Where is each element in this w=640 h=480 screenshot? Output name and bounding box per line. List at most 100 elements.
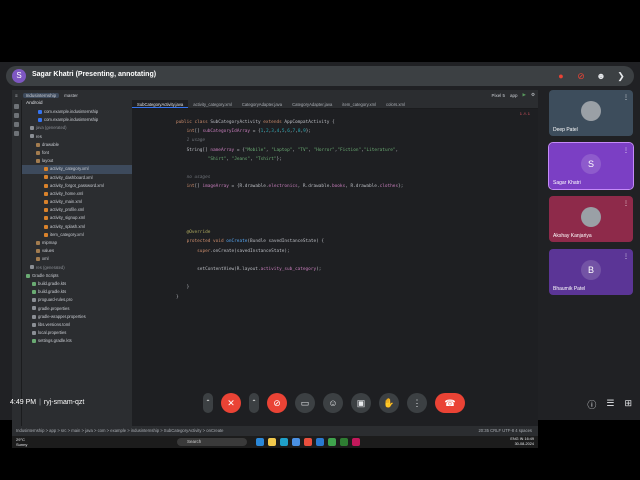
tree-item-label: mipmap: [42, 240, 57, 245]
tree-item[interactable]: Gradle Scripts: [22, 272, 132, 280]
debug-icon[interactable]: ⚙: [531, 92, 535, 98]
tree-item-label: activity_home.xml: [50, 190, 84, 196]
run-icon[interactable]: ▶: [522, 92, 525, 98]
tree-item[interactable]: java (generated): [22, 124, 132, 132]
raise-hand-button[interactable]: ✋: [379, 393, 399, 413]
participant-tile[interactable]: B Bhaumik Patel ⋮: [549, 249, 633, 295]
tree-item[interactable]: com.example.indusinternship: [22, 116, 132, 124]
commit-icon[interactable]: [14, 113, 19, 118]
tree-item[interactable]: activity_forgot_password.xml: [22, 182, 132, 190]
tree-item[interactable]: font: [22, 149, 132, 157]
file-icon: [44, 175, 48, 180]
tile-more-icon[interactable]: ⋮: [623, 200, 629, 207]
tree-item[interactable]: activity_dashboard.xml: [22, 174, 132, 182]
windows-start-icon[interactable]: [256, 438, 264, 446]
tree-item[interactable]: local.properties: [22, 329, 132, 337]
tree-item[interactable]: proguard-rules.pro: [22, 296, 132, 304]
editor-tab[interactable]: CategoryAdapter.java: [287, 100, 337, 108]
camera-off-button[interactable]: ⊘: [267, 393, 287, 413]
tree-item-label: libs.versions.toml: [38, 321, 71, 327]
tile-more-icon[interactable]: ⋮: [623, 253, 629, 260]
system-tray[interactable]: ENG IN 16:49 30-08-2024: [510, 437, 534, 447]
vscode-icon[interactable]: [316, 438, 324, 446]
tree-item[interactable]: drawable: [22, 141, 132, 149]
code-editor[interactable]: SubCategoryActivity.java activity_categor…: [132, 100, 538, 426]
people-icon[interactable]: ☻: [594, 69, 608, 83]
app-icon[interactable]: [352, 438, 360, 446]
chat-icon[interactable]: ☰: [606, 398, 614, 411]
chevron-icon[interactable]: ❯: [614, 69, 628, 83]
run-config[interactable]: app: [510, 93, 518, 98]
editor-tab[interactable]: activity_category.xml: [188, 100, 237, 108]
tree-item[interactable]: item_category.xml: [22, 231, 132, 239]
tree-item[interactable]: values: [22, 247, 132, 255]
weather-widget[interactable]: 29°C Sunny: [16, 437, 27, 447]
emoji-button[interactable]: ☺: [323, 393, 343, 413]
tree-item[interactable]: layout: [22, 157, 132, 165]
editor-tab[interactable]: item_category.xml: [337, 100, 381, 108]
device-selector[interactable]: Pixel 5: [491, 93, 505, 98]
file-icon: [32, 330, 36, 335]
tree-item[interactable]: xml: [22, 255, 132, 263]
editor-tab[interactable]: colors.xml: [381, 100, 410, 108]
tree-header[interactable]: Android: [22, 100, 132, 108]
tree-item[interactable]: build.gradle.kts: [22, 288, 132, 296]
explorer-icon[interactable]: [268, 438, 276, 446]
camera-off-icon[interactable]: ⊘: [574, 69, 588, 83]
tree-item-label: activity_profile.xml: [50, 207, 85, 213]
mic-options-button[interactable]: ⌃: [203, 393, 213, 413]
breadcrumb-path[interactable]: Indusinternship > app > src > main > jav…: [16, 428, 224, 433]
more-options-button[interactable]: ⋮: [407, 393, 427, 413]
studio-icon[interactable]: [340, 438, 348, 446]
stop-record-icon[interactable]: ●: [554, 69, 568, 83]
tree-item[interactable]: settings.gradle.kts: [22, 337, 132, 345]
tree-item[interactable]: build.gradle.kts: [22, 280, 132, 288]
tree-item-label: build.gradle.kts: [38, 289, 67, 295]
structure-icon[interactable]: [14, 122, 19, 127]
tree-item[interactable]: activity_signup.xml: [22, 214, 132, 222]
tree-item[interactable]: activity_profile.xml: [22, 206, 132, 214]
more-tools-icon[interactable]: [14, 131, 19, 136]
chrome-icon[interactable]: [328, 438, 336, 446]
mic-off-button[interactable]: ✕: [221, 393, 241, 413]
participant-avatar: S: [581, 154, 601, 174]
leave-call-button[interactable]: ☎: [435, 393, 465, 413]
hamburger-icon[interactable]: ≡: [15, 93, 18, 98]
tree-item[interactable]: mipmap: [22, 239, 132, 247]
presenter-label: Sagar Khatri (Presenting, annotating): [32, 71, 157, 78]
office-icon[interactable]: [304, 438, 312, 446]
camera-options-button[interactable]: ⌃: [249, 393, 259, 413]
captions-button[interactable]: ▭: [295, 393, 315, 413]
present-button[interactable]: ▣: [351, 393, 371, 413]
tree-item[interactable]: activity_splash.xml: [22, 223, 132, 231]
tree-item[interactable]: res: [22, 133, 132, 141]
info-icon[interactable]: ⓘ: [587, 398, 596, 411]
participant-tile[interactable]: Deep Patel ⋮: [549, 90, 633, 136]
tree-item-label: activity_dashboard.xml: [50, 174, 93, 180]
file-icon: [36, 240, 40, 245]
folder-icon[interactable]: [14, 104, 19, 109]
tree-item[interactable]: activity_home.xml: [22, 190, 132, 198]
tree-item[interactable]: res (generated): [22, 264, 132, 272]
tree-item[interactable]: libs.versions.toml: [22, 321, 132, 329]
participant-tile[interactable]: S Sagar Khatri ⋮: [548, 142, 634, 190]
store-icon[interactable]: [292, 438, 300, 446]
taskbar-search[interactable]: Search: [177, 438, 247, 446]
project-selector[interactable]: Indusinternship: [22, 92, 60, 98]
tree-item[interactable]: gradle-wrapper.properties: [22, 313, 132, 321]
editor-tab[interactable]: SubCategoryActivity.java: [132, 100, 189, 108]
tile-more-icon[interactable]: ⋮: [623, 147, 629, 154]
tree-item[interactable]: activity_category.xml: [22, 165, 132, 174]
inspection-badge[interactable]: 1 ⚠ 1: [520, 111, 530, 116]
tree-item-label: font: [42, 149, 49, 155]
participant-tile[interactable]: Akshay Kanjariya ⋮: [549, 196, 633, 242]
tile-more-icon[interactable]: ⋮: [623, 94, 629, 101]
edge-icon[interactable]: [280, 438, 288, 446]
tree-item[interactable]: com.example.indusinternship: [22, 108, 132, 116]
tree-item[interactable]: gradle.properties: [22, 305, 132, 313]
status-info[interactable]: 20:35 CRLF UTF-8 4 spaces: [478, 426, 532, 436]
editor-tab[interactable]: CategoryAdapter.java: [237, 100, 287, 108]
branch-selector[interactable]: master: [64, 93, 78, 98]
tree-item[interactable]: activity_main.xml: [22, 198, 132, 206]
activities-icon[interactable]: ⊞: [624, 398, 632, 411]
